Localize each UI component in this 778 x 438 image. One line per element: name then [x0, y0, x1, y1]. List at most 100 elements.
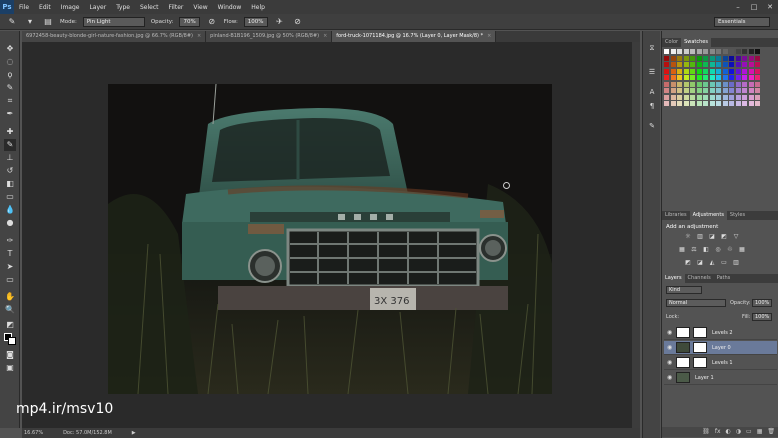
swatch-chip[interactable] — [755, 49, 760, 54]
swatch-chip[interactable] — [709, 68, 715, 74]
swatch-chip[interactable] — [755, 55, 760, 61]
tab-swatches[interactable]: Swatches — [681, 38, 711, 47]
color-balance-icon[interactable]: ⚖ — [690, 246, 698, 253]
quick-mask-icon[interactable]: ◙ — [4, 349, 16, 361]
swatch-chip[interactable] — [722, 62, 728, 67]
adjustment-layer-icon[interactable]: ◑ — [736, 427, 741, 437]
color-lookup-icon[interactable]: ▦ — [738, 246, 746, 253]
tab-color[interactable]: Color — [662, 38, 681, 47]
add-mask-icon[interactable]: ◐ — [726, 427, 731, 437]
swatch-chip[interactable] — [709, 62, 715, 67]
tab-paths[interactable]: Paths — [714, 274, 734, 283]
swatch-chip[interactable] — [683, 55, 689, 61]
gradient-map-icon[interactable]: ▭ — [720, 259, 728, 266]
swatch-chip[interactable] — [742, 55, 747, 61]
quick-select-tool-icon[interactable]: ✎ — [4, 82, 16, 94]
swatch-chip[interactable] — [742, 101, 747, 106]
swatch-chip[interactable] — [729, 68, 734, 74]
swatch-chip[interactable] — [696, 55, 702, 61]
healing-tool-icon[interactable]: ✚ — [4, 126, 16, 138]
swatch-chip[interactable] — [670, 62, 676, 67]
swatch-chip[interactable] — [716, 49, 721, 54]
menu-layer[interactable]: Layer — [84, 4, 111, 11]
default-colors-icon[interactable]: ◩ — [4, 319, 16, 331]
swatch-chip[interactable] — [716, 88, 721, 93]
menu-help[interactable]: Help — [246, 4, 270, 11]
workspace-select[interactable]: Essentials — [714, 17, 770, 27]
swatch-chip[interactable] — [755, 62, 760, 67]
close-icon[interactable]: × — [487, 31, 491, 42]
brightness-icon[interactable]: ☼ — [684, 233, 692, 240]
type-tool-icon[interactable]: T — [4, 248, 16, 260]
swatch-chip[interactable] — [677, 68, 682, 74]
swatch-chip[interactable] — [696, 75, 702, 80]
brush-tool-icon[interactable]: ✎ — [4, 139, 16, 151]
swatch-chip[interactable] — [703, 75, 708, 80]
layer-style-icon[interactable]: fx — [715, 427, 721, 437]
tab-libraries[interactable]: Libraries — [662, 211, 690, 220]
swatch-chip[interactable] — [696, 68, 702, 74]
swatch-chip[interactable] — [709, 55, 715, 61]
blend-mode-select[interactable]: Normal — [666, 299, 726, 307]
swatch-chip[interactable] — [703, 62, 708, 67]
swatch-chip[interactable] — [703, 55, 708, 61]
swatch-chip[interactable] — [690, 68, 695, 74]
swatch-chip[interactable] — [664, 75, 669, 80]
swatch-chip[interactable] — [703, 81, 708, 87]
close-icon[interactable]: × — [323, 31, 327, 42]
swatch-chip[interactable] — [670, 49, 676, 54]
tab-adjustments[interactable]: Adjustments — [689, 211, 727, 220]
maximize-button[interactable]: □ — [746, 0, 762, 14]
posterize-icon[interactable]: ◪ — [696, 259, 704, 266]
paragraph-icon[interactable]: ¶ — [646, 101, 658, 112]
swatch-chip[interactable] — [748, 88, 754, 93]
layer-fill-field[interactable]: 100% — [752, 313, 772, 321]
swatch-chip[interactable] — [729, 55, 734, 61]
swatch-chip[interactable] — [748, 81, 754, 87]
swatch-chip[interactable] — [709, 88, 715, 93]
eyedropper-tool-icon[interactable]: ✒ — [4, 108, 16, 120]
swatch-chip[interactable] — [735, 94, 741, 100]
swatch-chip[interactable] — [677, 75, 682, 80]
swatch-chip[interactable] — [696, 101, 702, 106]
swatch-chip[interactable] — [729, 88, 734, 93]
swatch-chip[interactable] — [709, 81, 715, 87]
swatch-chip[interactable] — [670, 68, 676, 74]
swatch-chip[interactable] — [709, 94, 715, 100]
vibrance-icon[interactable]: ▽ — [732, 233, 740, 240]
status-arrow-icon[interactable]: ▶ — [132, 430, 136, 436]
swatch-chip[interactable] — [735, 101, 741, 106]
swatch-chip[interactable] — [703, 94, 708, 100]
swatch-chip[interactable] — [683, 49, 689, 54]
swatch-chip[interactable] — [709, 49, 715, 54]
menu-filter[interactable]: Filter — [164, 4, 189, 11]
swatch-chip[interactable] — [696, 88, 702, 93]
swatch-chip[interactable] — [716, 101, 721, 106]
visibility-eye-icon[interactable]: ◉ — [667, 329, 673, 336]
threshold-icon[interactable]: ◭ — [708, 259, 716, 266]
swatch-chip[interactable] — [677, 55, 682, 61]
zoom-tool-icon[interactable]: 🔍 — [4, 304, 16, 316]
curves-icon[interactable]: ◪ — [708, 233, 716, 240]
swatch-chip[interactable] — [742, 49, 747, 54]
swatch-chip[interactable] — [683, 94, 689, 100]
swatch-chip[interactable] — [664, 101, 669, 106]
move-tool-icon[interactable]: ✥ — [4, 43, 16, 55]
properties-icon[interactable]: ☰ — [646, 67, 658, 78]
swatch-chip[interactable] — [696, 94, 702, 100]
brush-icon[interactable]: ✎ — [6, 17, 18, 27]
swatch-chip[interactable] — [755, 68, 760, 74]
vertical-scrollbar[interactable] — [632, 42, 640, 428]
swatch-chip[interactable] — [683, 88, 689, 93]
swatch-chip[interactable] — [670, 101, 676, 106]
swatch-chip[interactable] — [716, 62, 721, 67]
layer-filter-kind[interactable]: Kind — [666, 286, 702, 294]
swatch-chip[interactable] — [664, 55, 669, 61]
crop-tool-icon[interactable]: ⌗ — [4, 95, 16, 107]
swatch-chip[interactable] — [722, 55, 728, 61]
hue-sat-icon[interactable]: ▦ — [678, 246, 686, 253]
swatch-chip[interactable] — [677, 62, 682, 67]
swatch-chip[interactable] — [748, 75, 754, 80]
swatch-chip[interactable] — [748, 68, 754, 74]
swatch-chip[interactable] — [703, 49, 708, 54]
